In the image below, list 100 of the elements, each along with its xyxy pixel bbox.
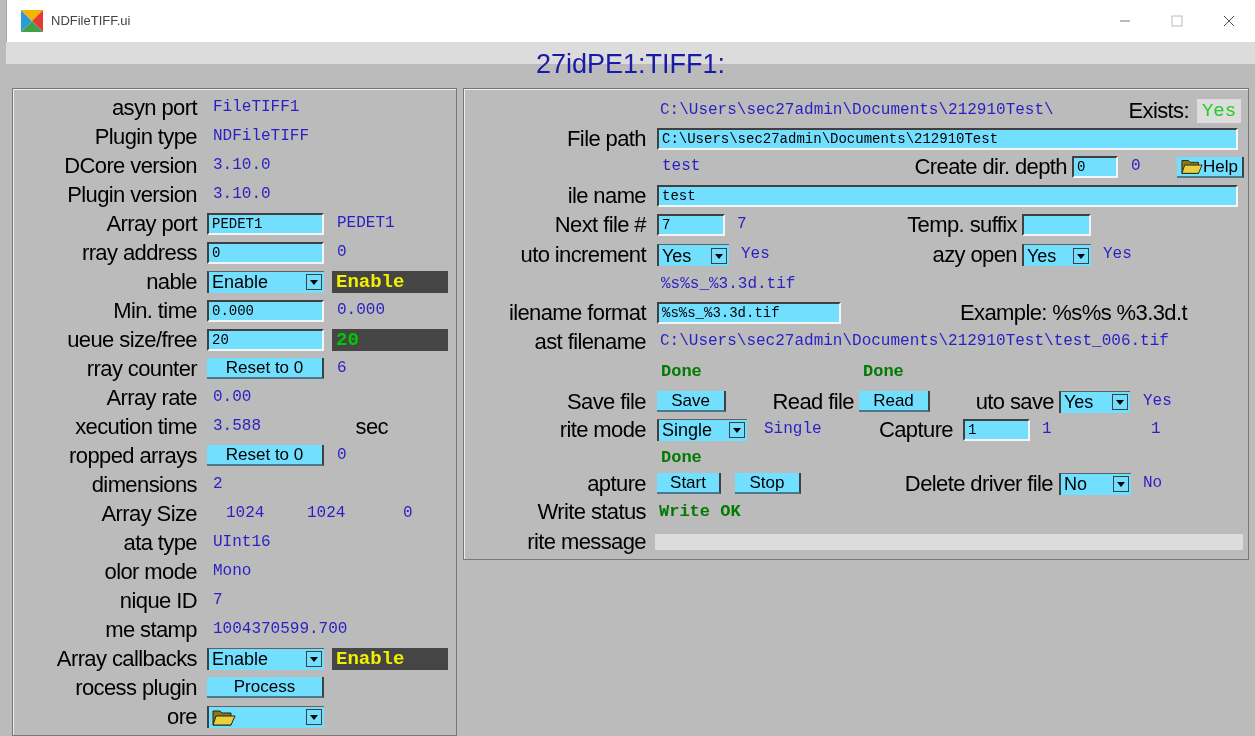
- action-button[interactable]: Reset to 0: [207, 445, 324, 466]
- app-icon: [21, 10, 43, 32]
- readback-value: PEDET1: [337, 214, 396, 233]
- readback-value: Yes: [741, 246, 771, 264]
- exists-indicator: Yes: [1197, 99, 1241, 123]
- field-label: Save file: [566, 390, 646, 413]
- action-button[interactable]: Save: [657, 391, 726, 412]
- field-label: uto save: [974, 390, 1054, 413]
- readback-value: 6: [337, 359, 348, 378]
- readback-value: No: [1143, 474, 1164, 493]
- field-label: apture: [586, 472, 646, 495]
- field-label: File path: [566, 128, 646, 150]
- readback-value: 0: [1131, 158, 1142, 176]
- field-label: Min. time: [112, 299, 197, 322]
- field-label: Temp. suffix: [906, 214, 1017, 236]
- status-text: Done: [661, 363, 703, 382]
- input-field[interactable]: 1: [963, 418, 1030, 441]
- action-button[interactable]: Reset to 0: [207, 358, 324, 379]
- readback-value: C:\Users\sec27admin\Documents\212910Test\: [660, 102, 1055, 120]
- action-button[interactable]: Stop: [735, 473, 801, 494]
- field-label: ropped arrays: [68, 444, 197, 467]
- field-label: sec: [354, 415, 388, 438]
- field-label: azy open: [931, 244, 1017, 266]
- status-text: Enable: [336, 650, 405, 667]
- field-label: Next file #: [553, 214, 646, 236]
- status-text: Write OK: [659, 502, 742, 522]
- field-label: rocess plugin: [74, 676, 197, 699]
- input-field[interactable]: PEDET1: [207, 212, 324, 235]
- readback-value: 3.10.0: [213, 185, 272, 204]
- readback-value: 1004370599.700: [213, 620, 349, 639]
- input-field[interactable]: [1022, 214, 1091, 236]
- field-label: Plugin version: [66, 183, 197, 206]
- related-displays-menu[interactable]: [207, 705, 324, 728]
- field-label: Array rate: [105, 386, 197, 409]
- action-button[interactable]: Start: [657, 473, 721, 494]
- field-label: nique ID: [118, 589, 197, 612]
- field-label: asyn port: [110, 96, 197, 119]
- readback-value: test: [662, 158, 702, 176]
- screen-title: 27idPE1:TIFF1:: [535, 48, 726, 80]
- field-label: ile name: [566, 184, 646, 207]
- field-label: Array port: [105, 212, 197, 235]
- input-field[interactable]: 0.000: [207, 299, 324, 322]
- readback-value: NDFileTIFF: [213, 127, 310, 146]
- field-label: dimensions: [90, 473, 197, 496]
- field-label: rray address: [80, 241, 197, 264]
- field-label: ata type: [122, 531, 197, 554]
- readback-value: 0: [337, 446, 348, 465]
- help-button[interactable]: Help: [1177, 156, 1244, 178]
- dropdown-menu[interactable]: Enable: [207, 270, 324, 293]
- readback-value: 1024: [307, 504, 347, 523]
- dropdown-menu[interactable]: Single: [657, 418, 747, 441]
- readback-value: Single: [764, 420, 823, 439]
- readback-value: 7: [213, 591, 224, 610]
- input-field[interactable]: %s%s_%3.3d.tif: [657, 302, 841, 324]
- readback-value: 7: [737, 216, 748, 234]
- field-label: rray counter: [85, 357, 197, 380]
- readback-value: 2: [213, 475, 224, 494]
- status-text: 20: [336, 331, 359, 348]
- dropdown-menu[interactable]: Yes: [657, 244, 729, 266]
- field-label: Array callbacks: [55, 647, 197, 670]
- field-label: ilename format: [507, 302, 646, 324]
- readback-value: Yes: [1143, 392, 1173, 411]
- readback-value: 0.000: [337, 301, 386, 320]
- dropdown-menu[interactable]: Yes: [1059, 390, 1130, 413]
- dropdown-menu[interactable]: Yes: [1022, 244, 1091, 266]
- field-label: Read file: [771, 390, 854, 413]
- dropdown-menu[interactable]: Enable: [207, 647, 324, 670]
- folder-icon: [1181, 157, 1204, 175]
- field-label: olor mode: [103, 560, 197, 583]
- readback-value: %s%s_%3.3d.tif: [661, 275, 797, 294]
- field-label: uto increment: [519, 244, 646, 266]
- close-icon[interactable]: [1223, 15, 1235, 27]
- status-text: Done: [661, 448, 703, 468]
- readback-value: Mono: [213, 562, 253, 581]
- input-field[interactable]: C:\Users\sec27admin\Documents\212910Test: [657, 128, 1238, 150]
- input-field[interactable]: 0: [207, 241, 324, 264]
- field-label: ueue size/free: [66, 328, 197, 351]
- readback-value: 0.00: [213, 388, 253, 407]
- field-label: Array Size: [100, 502, 197, 525]
- readback-value: 1024: [226, 504, 266, 523]
- readback-value: FileTIFF1: [213, 98, 301, 117]
- readback-value: 3.588: [213, 417, 262, 436]
- field-label: Plugin type: [93, 125, 197, 148]
- readback-value: UInt16: [213, 533, 272, 552]
- readback-value: Yes: [1103, 246, 1133, 264]
- field-label: Example: %s%s %3.3d.t: [958, 302, 1187, 324]
- readback-value: 3.10.0: [213, 156, 272, 175]
- input-field[interactable]: test: [657, 184, 1238, 207]
- readback-value: 0: [403, 504, 414, 523]
- input-field[interactable]: 7: [657, 214, 725, 236]
- input-field[interactable]: 0: [1072, 156, 1118, 178]
- field-label: rite mode: [558, 418, 646, 441]
- field-label: DCore version: [63, 154, 197, 177]
- input-field[interactable]: 20: [207, 328, 324, 351]
- action-button[interactable]: Read: [859, 391, 930, 412]
- status-text: Done: [863, 363, 905, 382]
- action-button[interactable]: Process: [207, 677, 324, 698]
- field-label: ore: [166, 705, 197, 728]
- field-label: me stamp: [104, 618, 197, 641]
- dropdown-menu[interactable]: No: [1059, 472, 1131, 495]
